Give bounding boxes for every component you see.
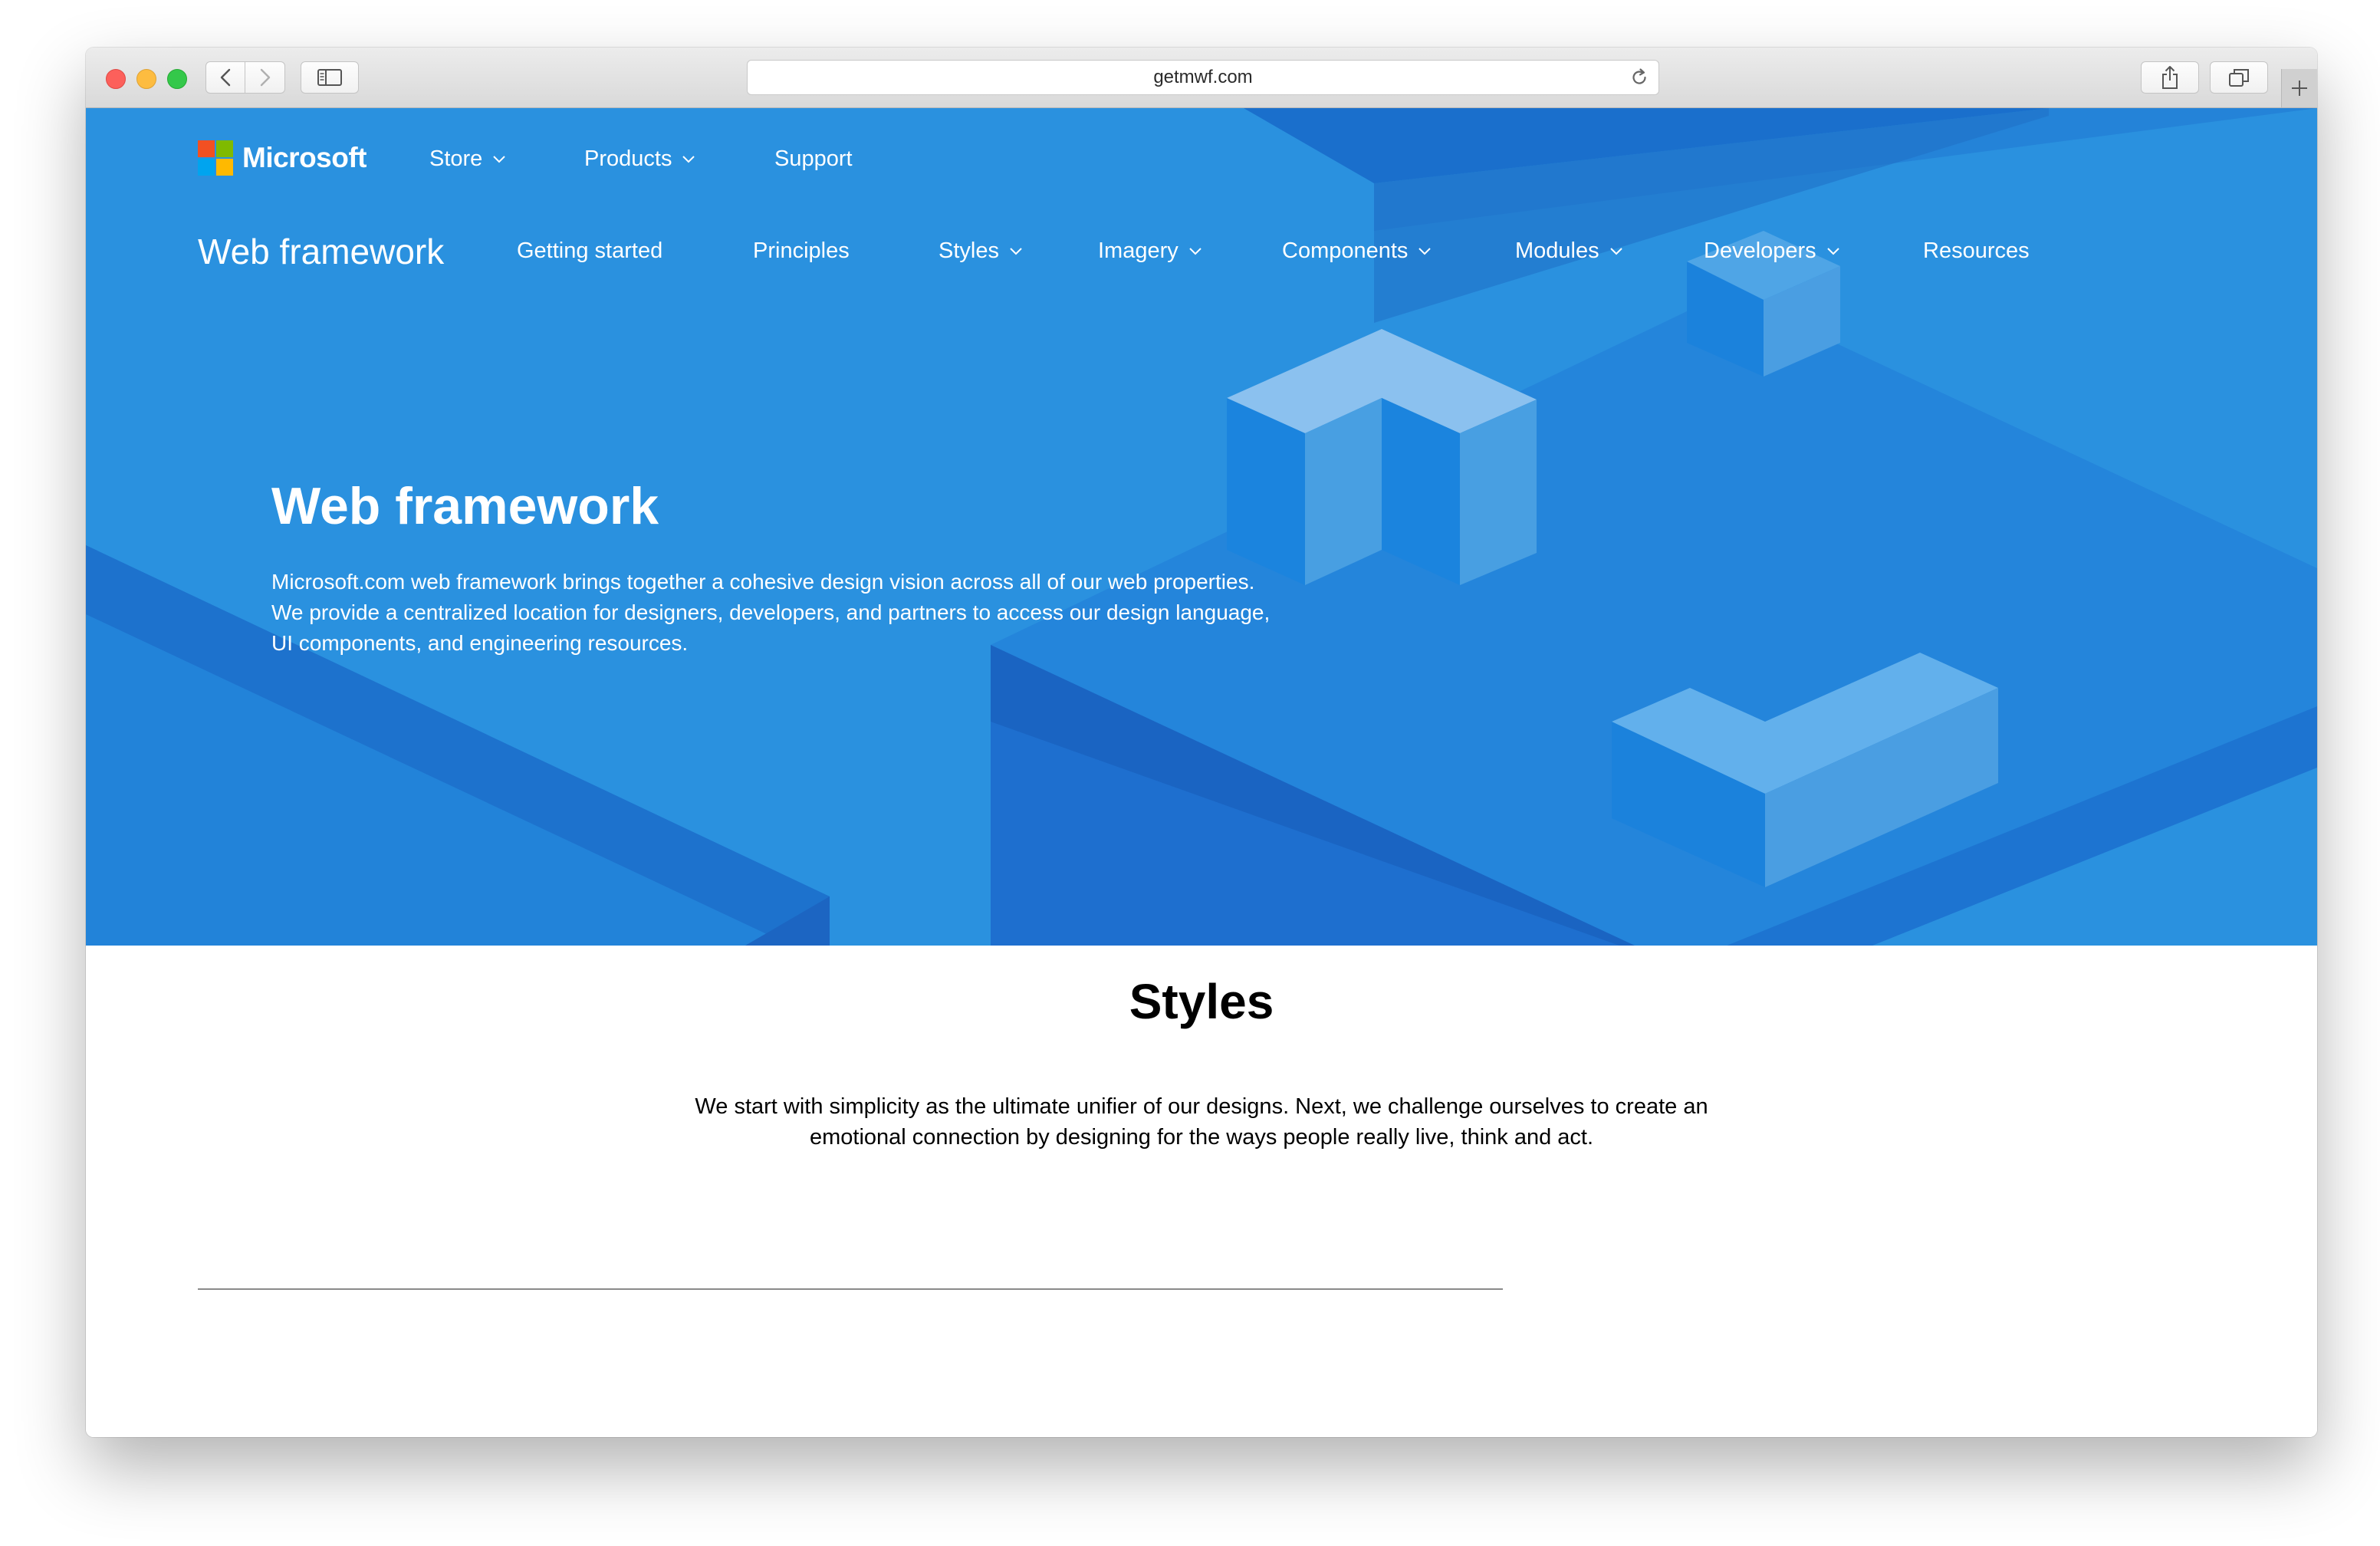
forward-button[interactable] (245, 61, 285, 94)
page-viewport: Microsoft Store Products Support Web fra… (86, 108, 2317, 1437)
hero-title: Web framework (271, 477, 659, 535)
plus-icon (2292, 81, 2307, 96)
subnav-developers-label: Developers (1704, 238, 1816, 263)
section-divider (198, 1288, 1503, 1290)
styles-section-description: We start with simplicity as the ultimate… (86, 1091, 2317, 1153)
chevron-right-icon (260, 68, 270, 87)
subnav-principles[interactable]: Principles (753, 238, 850, 264)
subnav-modules-label: Modules (1515, 238, 1599, 263)
subnav-imagery-label: Imagery (1098, 238, 1178, 263)
share-button[interactable] (2141, 61, 2199, 94)
browser-window: getmwf.com Microsoft Store Products Supp… (86, 48, 2317, 1437)
subnav-resources[interactable]: Resources (1923, 238, 2030, 264)
hero-description-line: We provide a centralized location for de… (271, 600, 1271, 624)
styles-section-title: Styles (1129, 974, 1274, 1029)
chevron-down-icon (1418, 247, 1432, 255)
subnav-components[interactable]: Components (1282, 238, 1432, 264)
subnav-components-label: Components (1282, 238, 1409, 263)
styles-description-line: emotional connection by designing for th… (809, 1125, 1594, 1150)
topnav-products[interactable]: Products (584, 146, 695, 172)
hero-description-line: Microsoft.com web framework brings toget… (271, 570, 1255, 594)
chevron-down-icon (1609, 247, 1622, 255)
subnav-styles[interactable]: Styles (939, 238, 1022, 264)
chevron-down-icon (1010, 247, 1022, 255)
subnav-modules[interactable]: Modules (1515, 238, 1622, 264)
sidebar-toggle-button[interactable] (301, 61, 359, 94)
chevron-down-icon (1826, 247, 1839, 255)
chevron-down-icon (682, 155, 695, 163)
hero-banner: Microsoft Store Products Support Web fra… (86, 108, 2317, 946)
sidebar-icon (317, 69, 342, 86)
chevron-left-icon (220, 68, 231, 87)
back-button[interactable] (205, 61, 245, 94)
styles-description-line: We start with simplicity as the ultimate… (695, 1094, 1708, 1119)
subnav-imagery[interactable]: Imagery (1098, 238, 1202, 264)
share-icon (2162, 66, 2178, 89)
close-window-button[interactable] (106, 69, 126, 89)
topnav-store-label: Store (429, 146, 483, 171)
microsoft-wordmark: Microsoft (242, 142, 367, 173)
chevron-down-icon (1189, 247, 1202, 255)
microsoft-logo[interactable]: Microsoft (198, 140, 367, 176)
subnav-principles-label: Principles (753, 238, 850, 263)
chevron-down-icon (493, 155, 506, 163)
topnav-support-label: Support (774, 146, 853, 171)
hero-description-line: UI components, and engineering resources… (271, 631, 689, 655)
subnav-resources-label: Resources (1923, 238, 2030, 263)
subnav-getting-started[interactable]: Getting started (517, 238, 662, 264)
subnav-styles-label: Styles (939, 238, 999, 263)
url-text: getmwf.com (1153, 67, 1253, 87)
subnav-developers[interactable]: Developers (1704, 238, 1839, 264)
zoom-window-button[interactable] (167, 69, 187, 89)
hero-description: Microsoft.com web framework brings toget… (271, 567, 1360, 659)
subnav-brand[interactable]: Web framework (198, 231, 444, 272)
topnav-support[interactable]: Support (774, 146, 853, 172)
address-bar[interactable]: getmwf.com (747, 60, 1659, 95)
reload-icon[interactable] (1629, 67, 1649, 87)
topnav-store[interactable]: Store (429, 146, 506, 172)
subnav-getting-started-label: Getting started (517, 238, 663, 263)
topnav-products-label: Products (584, 146, 672, 171)
minimize-window-button[interactable] (136, 69, 156, 89)
show-tabs-button[interactable] (2210, 61, 2268, 94)
new-tab-button[interactable] (2281, 69, 2317, 107)
browser-toolbar: getmwf.com (86, 48, 2317, 108)
microsoft-logo-icon (198, 140, 233, 176)
tabs-icon (2229, 69, 2249, 87)
